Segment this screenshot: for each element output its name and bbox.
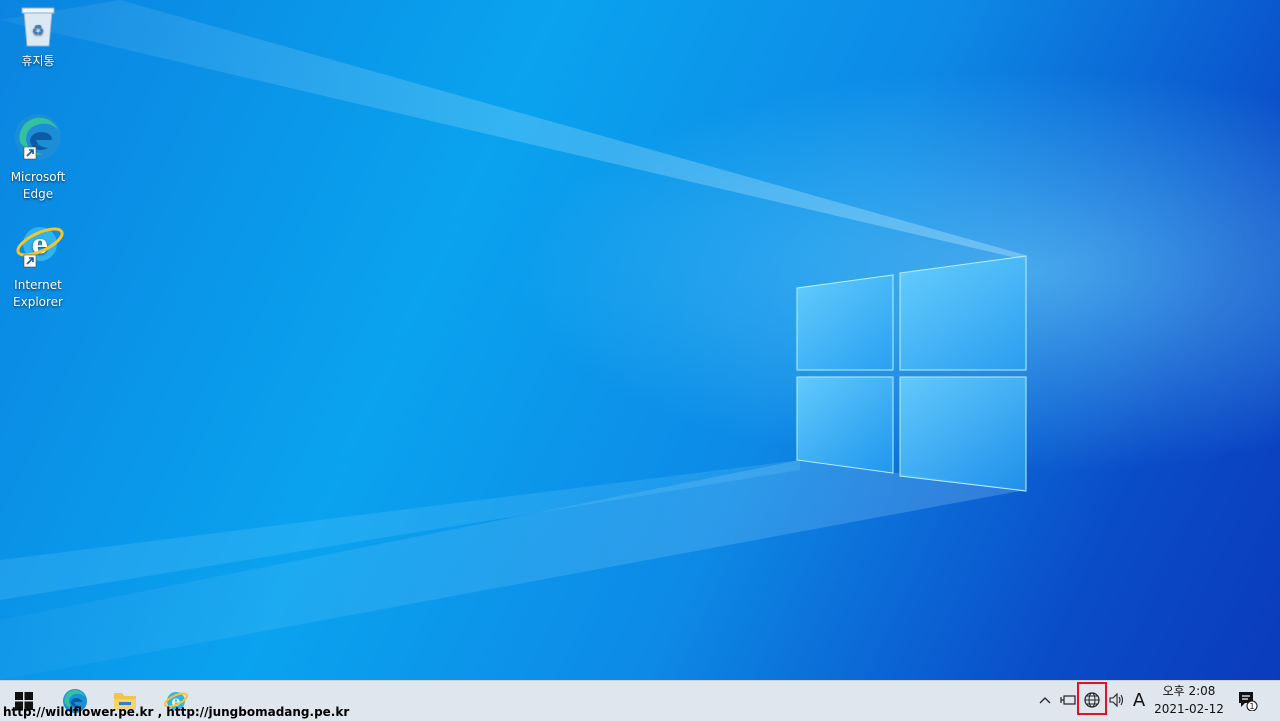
ie-label-line2: Explorer [13,295,63,309]
ie-label-line1: Internet [14,278,62,292]
recycle-bin-label: 휴지통 [21,54,55,68]
notification-icon: 1 [1239,692,1258,711]
svg-text:♻: ♻ [32,23,45,39]
microsoft-edge-shortcut[interactable]: Microsoft Edge [0,112,76,203]
edge-icon [15,114,61,160]
action-center-button[interactable]: 1 [1234,680,1260,720]
input-language-button[interactable]: A [1128,680,1150,720]
watermark-text: http://wildflower.pe.kr , http://jungbom… [3,705,350,719]
highlight-box [1077,682,1107,715]
recycle-bin-icon: ♻ [21,7,55,47]
speaker-icon [1109,692,1124,708]
input-language-indicator: A [1132,689,1146,711]
internet-explorer-icon: e [16,227,64,268]
recycle-bin-shortcut[interactable]: ♻ 휴지통 [0,4,76,70]
clock-date: 2021-02-12 [1154,702,1224,716]
chevron-up-icon [1039,697,1051,704]
ethernet-icon [1060,695,1076,705]
internet-explorer-shortcut[interactable]: e Internet Explorer [0,220,76,311]
notification-count: 1 [1249,702,1254,711]
show-hidden-icons-button[interactable] [1036,680,1054,720]
windows-wallpaper [0,0,1027,680]
edge-label-line1: Microsoft [10,170,66,184]
desktop-background: ♻ 휴지통 Microsoft Edge e Internet Explorer [0,0,1280,680]
clock-time: 오후 2:08 [1162,684,1216,698]
clock[interactable]: 오후 2:08 2021-02-12 [1152,682,1226,718]
edge-label-line2: Edge [22,187,54,201]
volume-tray-button[interactable] [1106,680,1128,720]
